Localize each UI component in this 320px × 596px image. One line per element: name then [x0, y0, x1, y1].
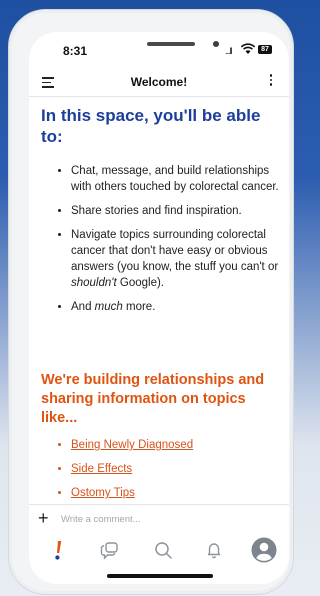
- battery-icon: 87: [258, 45, 272, 54]
- list-item: Share stories and find inspiration.: [71, 203, 279, 219]
- more-options-icon[interactable]: [269, 74, 273, 88]
- camera-dot: [213, 41, 219, 47]
- list-item-text: more.: [122, 301, 156, 313]
- comment-composer: +: [29, 504, 289, 533]
- list-item-emphasis: shouldn't: [71, 277, 117, 289]
- topic-link-ostomy-tips[interactable]: Ostomy Tips: [71, 487, 135, 499]
- list-item: And much more.: [71, 299, 279, 315]
- add-attachment-icon[interactable]: +: [38, 508, 49, 528]
- topic-link-list: Being Newly Diagnosed Side Effects Ostom…: [29, 437, 279, 502]
- list-item: Side Effects: [71, 461, 279, 477]
- list-item: Being Newly Diagnosed: [71, 437, 279, 453]
- status-bar: 8:31 ...ll 87: [29, 32, 289, 68]
- chat-bubbles-icon[interactable]: [99, 538, 123, 562]
- app-screen: 8:31 ...ll 87 Welcome! In this space, yo…: [29, 32, 289, 584]
- search-icon[interactable]: [151, 538, 175, 562]
- comment-input[interactable]: [61, 510, 279, 528]
- home-indicator: [107, 574, 213, 578]
- profile-avatar-icon[interactable]: [251, 537, 277, 563]
- list-item-text: Navigate topics surrounding colorectal c…: [71, 229, 279, 273]
- topic-link-newly-diagnosed[interactable]: Being Newly Diagnosed: [71, 439, 193, 451]
- wifi-icon: [240, 43, 256, 54]
- speaker-slot: [147, 42, 195, 46]
- page-title: Welcome!: [130, 75, 188, 89]
- topic-link-side-effects[interactable]: Side Effects: [71, 463, 132, 475]
- list-item-emphasis: much: [94, 301, 123, 313]
- status-time: 8:31: [63, 44, 88, 58]
- intro-heading: In this space, you'll be able to:: [41, 106, 261, 146]
- signal-icon: ...ll: [225, 46, 232, 56]
- list-item: Ostomy Tips: [71, 485, 279, 501]
- list-item-text: Google).: [116, 277, 164, 289]
- list-item: Navigate topics surrounding colorectal c…: [71, 227, 279, 291]
- list-item-text: And: [71, 301, 95, 313]
- post-content: In this space, you'll be able to: Chat, …: [29, 97, 289, 502]
- topics-heading: We're building relationships and sharing…: [41, 372, 265, 426]
- list-item: Chat, message, and build relationships w…: [71, 163, 279, 195]
- intro-bullet-list: Chat, message, and build relationships w…: [29, 163, 279, 323]
- home-logo-icon[interactable]: [47, 538, 71, 562]
- app-header: Welcome!: [29, 68, 289, 97]
- bell-icon[interactable]: [202, 538, 226, 562]
- bottom-tab-bar: [29, 534, 289, 568]
- phone-frame: 8:31 ...ll 87 Welcome! In this space, yo…: [8, 9, 294, 595]
